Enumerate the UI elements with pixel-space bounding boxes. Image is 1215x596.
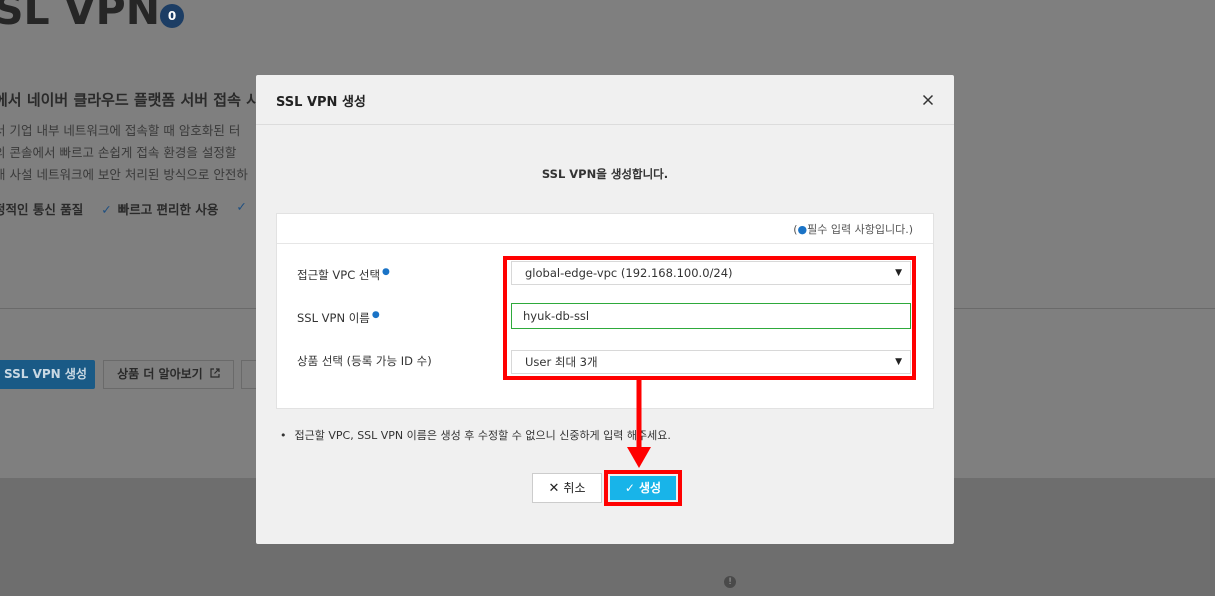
create-ssl-vpn-button[interactable]: SSL VPN 생성 bbox=[0, 360, 95, 389]
check-icon: ✓ bbox=[101, 202, 112, 217]
bullet-icon: • bbox=[280, 429, 287, 442]
divider bbox=[277, 243, 933, 244]
close-icon[interactable] bbox=[920, 92, 936, 108]
page-subtitle: 에서 네이버 클라우드 플랫폼 서버 접속 시 bbox=[0, 91, 260, 109]
check-icon: ✓ bbox=[236, 199, 247, 214]
product-select[interactable]: User 최대 3개 ▼ bbox=[511, 350, 911, 374]
create-button-highlight: ✓ 생성 bbox=[604, 470, 682, 506]
modal-title: SSL VPN 생성 bbox=[276, 95, 366, 110]
page-title: SL VPN bbox=[0, 0, 161, 34]
cancel-button[interactable]: ✕ 취소 bbox=[532, 473, 602, 503]
ssl-vpn-name-label: SSL VPN 이름 ● bbox=[297, 310, 380, 325]
feature-item: ✓ 빠르고 편리한 사용 bbox=[101, 202, 219, 217]
caret-down-icon: ▼ bbox=[895, 268, 902, 278]
vpc-select-label: 접근할 VPC 선택 ● bbox=[297, 267, 390, 282]
bullet-note: • 접근할 VPC, SSL VPN 이름은 생성 후 수정할 수 없으니 신중하… bbox=[280, 429, 671, 442]
product-select-label: 상품 선택 (등록 가능 ID 수) bbox=[297, 354, 432, 368]
feature-item: 정적인 통신 품질 bbox=[0, 202, 84, 217]
feature-list: 정적인 통신 품질 ✓ 빠르고 편리한 사용 ✓ bbox=[0, 199, 253, 218]
description-line: 서 기업 내부 네트워크에 접속할 때 암호화된 터 bbox=[0, 123, 241, 138]
required-note: (●필수 입력 사항입니다.) bbox=[793, 223, 913, 236]
modal-message: SSL VPN을 생성합니다. bbox=[541, 167, 669, 181]
modal-header: SSL VPN 생성 bbox=[256, 75, 954, 125]
description-line: 내 사설 네트워크에 보안 처리된 방식으로 안전하 bbox=[0, 167, 248, 182]
feature-item: ✓ bbox=[236, 199, 252, 218]
info-icon: ! bbox=[724, 576, 736, 588]
count-badge: 0 bbox=[160, 4, 184, 28]
learn-more-button[interactable]: 상품 더 알아보기 bbox=[103, 360, 234, 389]
create-ssl-vpn-modal: SSL VPN 생성 SSL VPN을 생성합니다. (●필수 입력 사항입니다… bbox=[256, 75, 954, 544]
ssl-vpn-name-input[interactable]: hyuk-db-ssl bbox=[511, 303, 911, 329]
form-container: (●필수 입력 사항입니다.) 접근할 VPC 선택 ● global-edge-… bbox=[276, 213, 934, 409]
external-link-icon bbox=[210, 361, 220, 388]
description-line: 의 콘솔에서 빠르고 손쉽게 접속 환경을 설정할 bbox=[0, 145, 237, 160]
create-button[interactable]: ✓ 생성 bbox=[610, 476, 676, 500]
check-icon: ✓ bbox=[624, 481, 635, 495]
close-icon: ✕ bbox=[548, 481, 560, 496]
required-dot-icon: ● bbox=[797, 223, 808, 236]
required-dot-icon: ● bbox=[371, 310, 380, 320]
required-dot-icon: ● bbox=[382, 267, 390, 277]
vpc-select[interactable]: global-edge-vpc (192.168.100.0/24) ▼ bbox=[511, 261, 911, 285]
caret-down-icon: ▼ bbox=[895, 357, 902, 367]
